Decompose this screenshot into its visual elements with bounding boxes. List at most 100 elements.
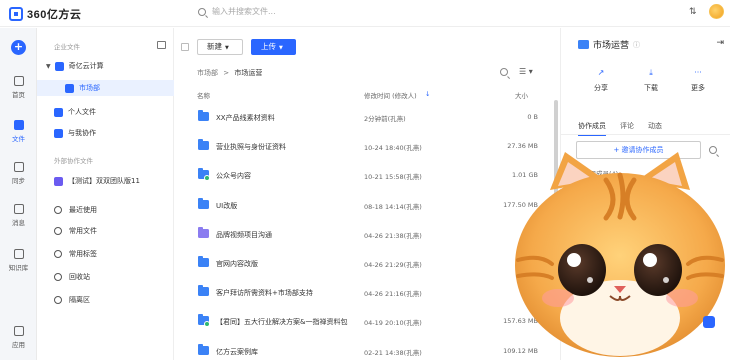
rail-item-home[interactable]: 首页	[0, 76, 37, 99]
file-row[interactable]: XX产品线素材资料 2分钟前(孔燕) 0 B	[174, 106, 552, 129]
folder-icon	[198, 343, 209, 355]
logo-text: 360亿方云	[27, 9, 82, 21]
chat-fab-button[interactable]	[703, 316, 715, 328]
expand-icon[interactable]: ▼	[46, 63, 51, 70]
sidebar-item-label: 奇亿云计算	[68, 62, 104, 70]
divider	[561, 134, 730, 135]
breadcrumb-parent[interactable]: 市场部	[197, 69, 218, 77]
file-modified-time: 08-18 14:14(孔燕)	[364, 202, 422, 211]
file-row[interactable]: UI改版 08-18 14:14(孔燕) 177.50 MB	[174, 194, 552, 217]
sidebar-item-label: 常用标签	[69, 250, 97, 258]
sidebar-item-label: 市场部	[79, 84, 100, 92]
transfer-icon[interactable]: ⇅	[689, 7, 697, 17]
sidebar-item-label: 回收站	[69, 273, 90, 281]
info-icon[interactable]: ⓘ	[633, 40, 640, 50]
folder-icon	[578, 40, 589, 49]
file-row[interactable]: 营业执照与身份证资料 10-24 18:40(孔燕) 27.36 MB	[174, 135, 552, 158]
message-icon	[13, 204, 24, 214]
column-time[interactable]: 修改时间 (修改人)	[364, 90, 417, 100]
file-icon	[54, 227, 62, 235]
file-name[interactable]: XX产品线素材资料	[216, 113, 275, 123]
sidebar-item-org[interactable]: ▼ 奇亿云计算	[37, 58, 174, 74]
sidebar-item-personal[interactable]: 个人文件	[37, 104, 174, 120]
external-label: 外部协作文件	[54, 157, 93, 165]
file-row[interactable]: 【君同】五大行业解决方案&一指禅资料包 04-19 20:10(孔燕) 157.63…	[174, 310, 552, 333]
collapse-panel-icon[interactable]: ⇥	[716, 38, 724, 48]
rail-item-files[interactable]: 文件	[0, 120, 37, 143]
sidebar-item-label: 常用文件	[69, 227, 97, 235]
file-name[interactable]: UI改版	[216, 201, 237, 211]
share-icon: ↗	[597, 68, 605, 77]
file-name[interactable]: 品牌视频项目沟通	[216, 230, 272, 240]
file-name[interactable]: 亿方云案例库	[216, 347, 258, 357]
column-size[interactable]: 大小	[515, 90, 528, 100]
sidebar-item-tags[interactable]: 常用标签	[37, 246, 174, 262]
search-bar[interactable]: 输入并搜索文件...	[198, 6, 276, 17]
sidebar-item-frequent[interactable]: 常用文件	[37, 223, 174, 239]
sidebar-item-shared[interactable]: 与我协作	[37, 125, 174, 141]
file-name[interactable]: 营业执照与身份证资料	[216, 142, 286, 152]
rail-label: 文件	[12, 135, 25, 143]
logo[interactable]: 360亿方云	[9, 6, 81, 22]
file-row[interactable]: 品牌视频项目沟通04-26 21:38(孔燕)68.	[174, 223, 552, 246]
column-name[interactable]: 名称	[197, 90, 210, 100]
panel-title: 市场运营 ⓘ	[578, 38, 640, 51]
more-icon: ···	[694, 68, 702, 77]
sidebar-item-dept[interactable]: 市场部	[37, 80, 174, 96]
rail-item-knowledge[interactable]: 知识库	[0, 249, 37, 272]
file-modified-time: 02-21 14:38(孔燕)	[364, 348, 422, 357]
sort-arrow-icon: ↓	[425, 90, 431, 98]
dept-folder-icon	[65, 83, 74, 93]
download-button[interactable]: ⤓ 下载	[636, 68, 666, 93]
breadcrumb-separator: >	[223, 69, 230, 77]
breadcrumb-current: 市场运营	[234, 69, 263, 77]
sidebar-item-recent[interactable]: 最近使用	[37, 202, 174, 218]
folder-icon	[198, 197, 209, 209]
rail-item-sync[interactable]: 同步	[0, 162, 37, 185]
file-row[interactable]: 公众号内容 10-21 15:58(孔燕) 1.01 GB	[174, 164, 552, 187]
tag-icon	[54, 250, 62, 258]
share-button[interactable]: ↗ 分享	[586, 68, 616, 93]
top-bar: 360亿方云 输入并搜索文件... ⇅	[0, 0, 730, 27]
rail-label: 同步	[12, 177, 25, 185]
rail-label: 消息	[12, 219, 25, 227]
search-icon[interactable]	[500, 68, 508, 76]
file-row[interactable]: 官网内容改版 04-26 21:29(孔燕)	[174, 252, 552, 275]
org-chart-icon[interactable]	[157, 41, 166, 49]
isolation-icon	[54, 296, 62, 304]
file-modified-time: 10-21 15:58(孔燕)	[364, 173, 422, 182]
rail-label: 知识库	[8, 264, 29, 272]
cat-mascot-image[interactable]	[510, 150, 730, 360]
main-area: 新建 ▼ 上传 ▼ 市场部 > 市场运营 ☰ ▾ 名称 修改时间 (修改人) ↓ 大…	[174, 28, 560, 360]
personal-folder-icon	[54, 107, 63, 117]
rail-item-message[interactable]: 消息	[0, 204, 37, 227]
file-name[interactable]: 官网内容改版	[216, 259, 258, 269]
sidebar-item-label: 最近使用	[69, 206, 97, 214]
more-button[interactable]: ··· 更多	[683, 68, 713, 93]
file-row[interactable]: 客户拜访所需资料+市场部支持04-26 21:16(孔燕)70	[174, 281, 552, 304]
file-name[interactable]: 公众号内容	[216, 171, 251, 181]
select-all-checkbox[interactable]	[181, 43, 189, 51]
file-name[interactable]: 【君同】五大行业解决方案&一指禅资料包	[216, 317, 347, 327]
rail-label: 应用	[12, 341, 25, 349]
upload-button[interactable]: 上传 ▼	[251, 39, 296, 55]
new-button[interactable]: 新建 ▼	[197, 39, 243, 55]
sidebar-item-recycle[interactable]: 回收站	[37, 269, 174, 285]
folder-icon	[198, 110, 209, 121]
folder-icon	[198, 139, 209, 151]
add-button[interactable]: +	[11, 40, 26, 55]
file-modified-time: 04-26 21:29(孔燕)	[364, 261, 422, 269]
folder-icon	[198, 226, 209, 238]
search-input[interactable]: 输入并搜索文件...	[212, 6, 276, 17]
sidebar-item-label: 隔离区	[69, 296, 90, 304]
list-view-icon[interactable]: ☰ ▾	[519, 67, 533, 76]
avatar[interactable]	[709, 4, 724, 19]
sidebar-item-external[interactable]: 【测试】双双团队版11	[37, 173, 174, 189]
rail-item-apps[interactable]: 应用	[0, 326, 37, 349]
file-name[interactable]: 客户拜访所需资料+市场部支持	[216, 288, 313, 298]
file-row[interactable]: 亿方云案例库 02-21 14:38(孔燕) 109.12 MB	[174, 340, 552, 360]
folder-icon	[198, 256, 209, 267]
sidebar-item-isolation[interactable]: 隔离区	[37, 292, 174, 308]
upload-button-label: 上传	[261, 42, 276, 51]
chevron-down-icon: ▼	[279, 45, 283, 51]
